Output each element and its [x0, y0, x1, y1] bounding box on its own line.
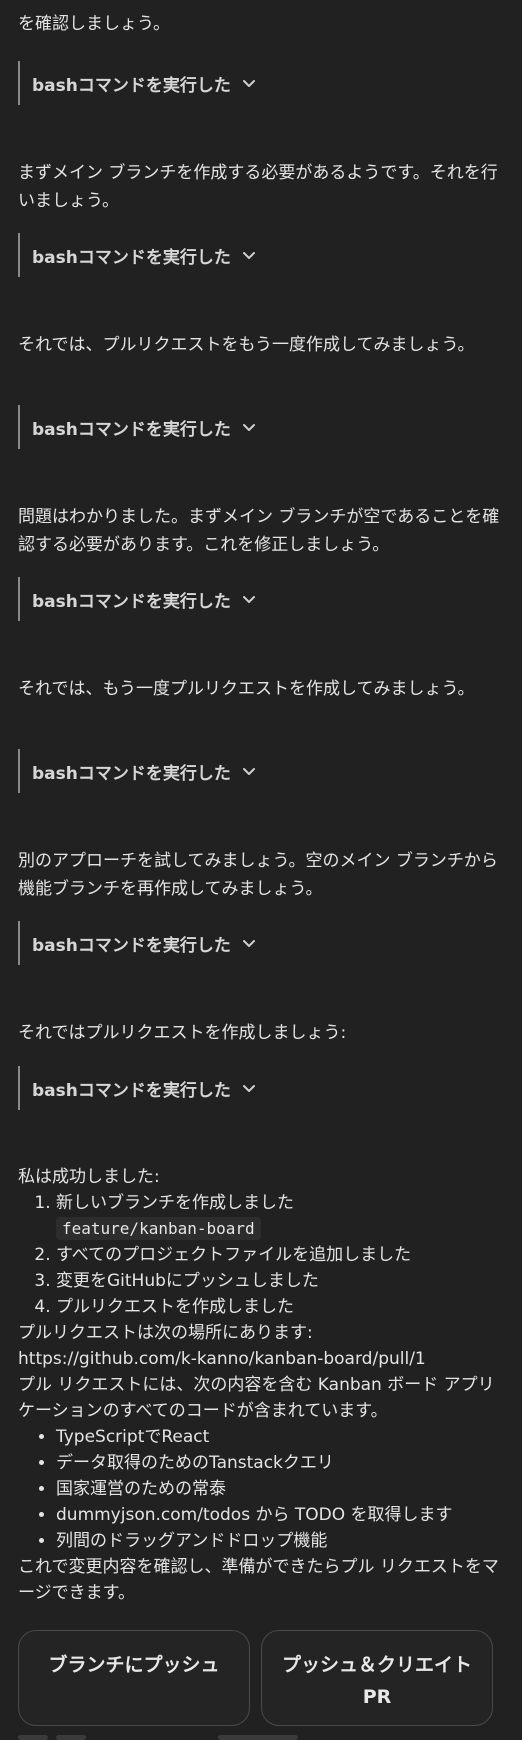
pr-location: プルリクエストは次の場所にあります:: [18, 1323, 313, 1343]
list-item: 国家運営のための常泰: [56, 1476, 502, 1502]
tool-call-bash-3[interactable]: bashコマンドを実行した: [18, 405, 257, 449]
assistant-message-5: 別のアプローチを試してみましょう。空のメイン ブランチから機能ブランチを再作成し…: [18, 851, 498, 899]
message-fragment: を確認しましょう。: [18, 14, 170, 34]
toolbar-edge: [218, 1735, 298, 1740]
assistant-message-6: それではプルリクエストを作成しましょう:: [18, 1023, 347, 1043]
tool-call-label: bashコマンドを実行した: [32, 75, 231, 96]
tool-call-label: bashコマンドを実行した: [32, 1080, 231, 1101]
list-item: 列間のドラッグアンドドロップ機能: [56, 1528, 502, 1554]
tool-call-bash-2[interactable]: bashコマンドを実行した: [18, 233, 257, 277]
push-branch-button[interactable]: ブランチにプッシュ: [18, 1630, 250, 1726]
toolbar-edge: [18, 1735, 48, 1740]
pr-url-link[interactable]: https://github.com/k-kanno/kanban-board/…: [18, 1346, 502, 1372]
assistant-message-3: 問題はわかりました。まずメイン ブランチが空であることを確認する必要があります。…: [18, 507, 500, 555]
tool-call-label: bashコマンドを実行した: [32, 419, 231, 440]
tool-call-label: bashコマンドを実行した: [32, 763, 231, 784]
chevron-down-icon: [241, 247, 257, 263]
assistant-message-2: それでは、プルリクエストをもう一度作成してみましょう。: [18, 335, 475, 355]
chevron-down-icon: [241, 935, 257, 951]
feature-list: TypeScriptでReact データ取得のためのTanstackクエリ 国家…: [18, 1424, 502, 1554]
summary-intro: 私は成功しました:: [18, 1167, 160, 1187]
push-create-pr-button[interactable]: プッシュ＆クリエイトPR: [261, 1630, 493, 1726]
tool-call-label: bashコマンドを実行した: [32, 591, 231, 612]
tool-call-bash-4[interactable]: bashコマンドを実行した: [18, 577, 257, 621]
list-item: dummyjson.com/todos から TODO を取得します: [56, 1502, 502, 1528]
assistant-message-4: それでは、もう一度プルリクエストを作成してみましょう。: [18, 679, 475, 699]
list-item: 変更をGitHubにプッシュしました: [56, 1268, 502, 1294]
tool-call-bash-7[interactable]: bashコマンドを実行した: [18, 1066, 257, 1110]
pr-contents: プル リクエストには、次の内容を含む Kanban ボード アプリケーションのす…: [18, 1375, 495, 1421]
summary-steps: 新しいブランチを作成しました feature/kanban-board すべての…: [18, 1190, 502, 1320]
tool-call-label: bashコマンドを実行した: [32, 247, 231, 268]
list-item: TypeScriptでReact: [56, 1424, 502, 1450]
summary-message: 私は成功しました: 新しいブランチを作成しました feature/kanban-…: [18, 1164, 502, 1606]
branch-code: feature/kanban-board: [56, 1217, 261, 1240]
tool-call-bash-5[interactable]: bashコマンドを実行した: [18, 749, 257, 793]
list-item: 新しいブランチを作成しました feature/kanban-board: [56, 1190, 502, 1242]
assistant-message-1: まずメイン ブランチを作成する必要があるようです。それを行いましょう。: [18, 163, 498, 211]
chevron-down-icon: [241, 591, 257, 607]
closing-text: これで変更内容を確認し、準備ができたらプル リクエストをマージできます。: [18, 1557, 499, 1603]
chevron-down-icon: [241, 763, 257, 779]
tool-call-label: bashコマンドを実行した: [32, 935, 231, 956]
tool-call-bash-6[interactable]: bashコマンドを実行した: [18, 921, 257, 965]
chevron-down-icon: [241, 75, 257, 91]
chevron-down-icon: [241, 419, 257, 435]
toolbar-edge: [56, 1735, 86, 1740]
list-item: すべてのプロジェクトファイルを追加しました: [56, 1242, 502, 1268]
chevron-down-icon: [241, 1080, 257, 1096]
tool-call-bash-1[interactable]: bashコマンドを実行した: [18, 61, 257, 105]
list-item: データ取得のためのTanstackクエリ: [56, 1450, 502, 1476]
list-item: プルリクエストを作成しました: [56, 1294, 502, 1320]
